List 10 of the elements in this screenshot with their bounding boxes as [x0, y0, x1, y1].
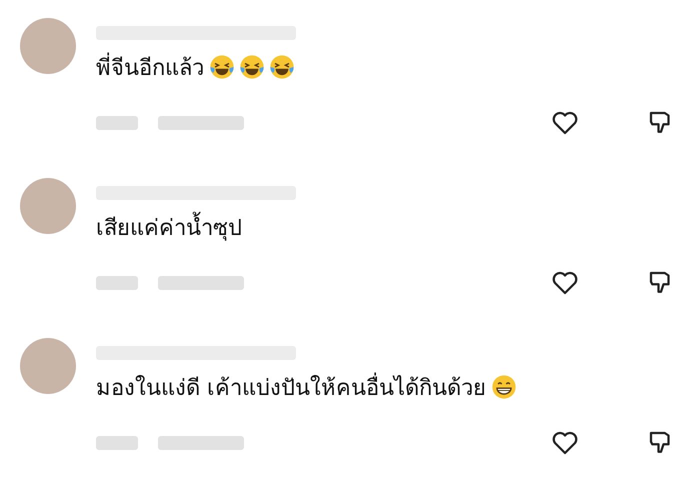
blurred-time: [96, 116, 138, 130]
laughing-tears-emoji-icon: [268, 53, 296, 81]
comment-text: มองในแง่ดี เค้าแบ่งปันให้คนอื่นได้กินด้วย: [96, 370, 486, 404]
comment-text: พี่จีนอีกแล้ว: [96, 50, 204, 84]
comment-text: เสียแค่ค่าน้ำซุป: [96, 210, 242, 244]
blurred-time: [96, 276, 138, 290]
laughing-tears-emoji-icon: [238, 53, 266, 81]
grinning-emoji-icon: [490, 373, 518, 401]
blurred-time: [96, 436, 138, 450]
laughing-tears-emoji-icon: [208, 53, 236, 81]
